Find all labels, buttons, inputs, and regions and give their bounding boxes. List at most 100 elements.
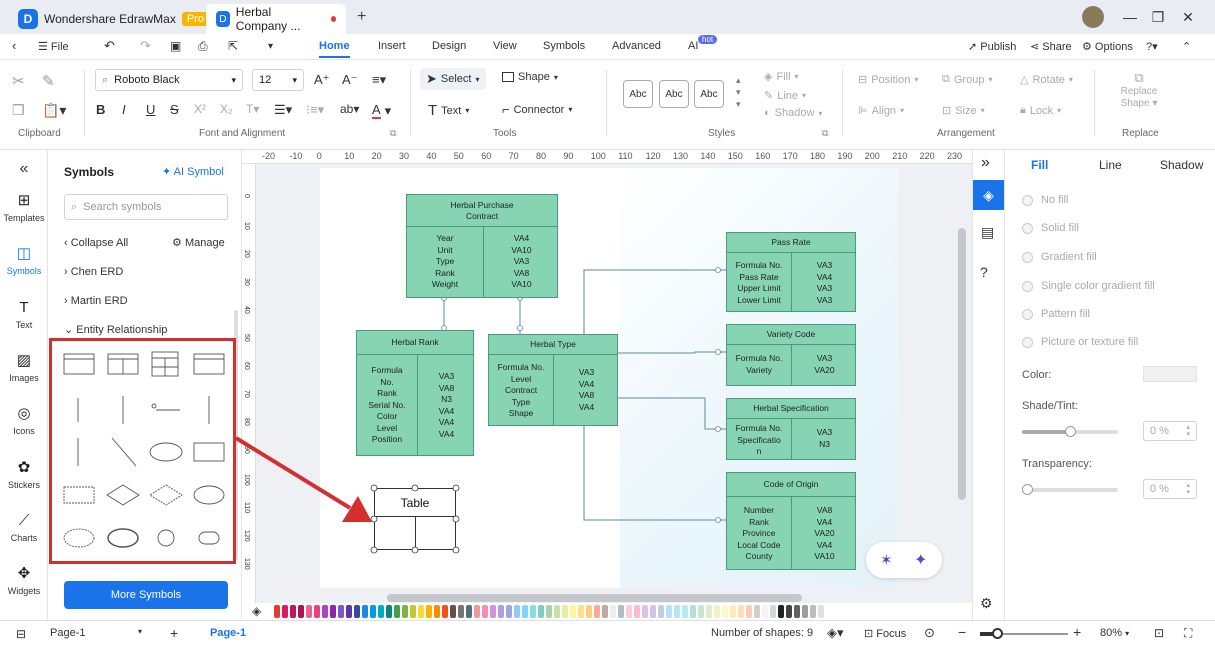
palette-swatch[interactable] [546, 605, 552, 618]
group-button[interactable]: ⧉ Group ▾ [942, 73, 992, 86]
magic-wand-icon[interactable]: ✶ [880, 551, 893, 569]
symbol-ellipse-2[interactable] [193, 485, 225, 505]
add-page-icon[interactable]: + [170, 625, 178, 641]
fill-bucket-icon[interactable]: ◈ [252, 604, 261, 618]
help-circle-icon[interactable]: ? [980, 264, 988, 280]
replace-shape-button[interactable]: ⧉ Replace Shape ▾ [1114, 71, 1164, 110]
palette-swatch[interactable] [490, 605, 496, 618]
text-highlight-icon[interactable]: ab▾ [340, 102, 359, 116]
expand-panel-icon[interactable]: » [981, 154, 990, 172]
rail-templates[interactable]: ⊞ Templates [0, 192, 48, 223]
palette-swatch[interactable] [426, 605, 432, 618]
palette-swatch[interactable] [530, 605, 536, 618]
palette-swatch[interactable] [322, 605, 328, 618]
shape-tool-button[interactable]: Shape ▾ [502, 71, 558, 83]
style-preset-3[interactable]: Abc [694, 80, 724, 108]
app-tab[interactable]: D Wondershare EdrawMax Pro [8, 4, 219, 34]
text-align-icon[interactable]: ≡▾ [372, 72, 386, 88]
palette-swatch[interactable] [666, 605, 672, 618]
select-tool-button[interactable]: ➤ Select ▾ [420, 68, 486, 90]
palette-swatch[interactable] [626, 605, 632, 618]
palette-swatch[interactable] [738, 605, 744, 618]
collapse-all-button[interactable]: ‹ Collapse All [64, 237, 128, 249]
user-avatar[interactable] [1082, 6, 1104, 28]
text-tool-button[interactable]: T Text ▾ [428, 102, 469, 119]
page-tab-active[interactable]: Page-1 [210, 627, 246, 639]
fit-page-icon[interactable]: ⊡ [1154, 626, 1164, 640]
option-picture-fill[interactable]: Picture or texture fill [1022, 336, 1138, 348]
print-icon[interactable]: ⎙ [198, 39, 208, 54]
palette-swatch[interactable] [762, 605, 768, 618]
option-pattern-fill[interactable]: Pattern fill [1022, 308, 1090, 320]
canvas-area[interactable]: -20 -10 0 10 20 30 40 50 60 70 80 90 100 110 120 130 140… [242, 150, 972, 620]
palette-swatch[interactable] [810, 605, 816, 618]
rotate-button[interactable]: △ Rotate ▾ [1020, 73, 1073, 87]
zoom-out-icon[interactable]: − [958, 624, 966, 640]
palette-swatch[interactable] [362, 605, 368, 618]
page-select-dropdown[interactable]: Page-1 ▾ [50, 627, 150, 639]
palette-swatch[interactable] [434, 605, 440, 618]
increase-font-icon[interactable]: A⁺ [314, 72, 330, 88]
lock-button[interactable]: 🔒︎ Lock ▾ [1020, 104, 1061, 117]
tab-advanced[interactable]: Advanced [612, 40, 661, 52]
table-herbal-specification[interactable]: Herbal Specification Formula No. Specifi… [726, 398, 856, 460]
palette-swatch[interactable] [778, 605, 784, 618]
palette-swatch[interactable] [522, 605, 528, 618]
palette-swatch[interactable] [554, 605, 560, 618]
option-no-fill[interactable]: No fill [1022, 194, 1069, 206]
symbol-diamond-1[interactable] [106, 484, 140, 506]
palette-swatch[interactable] [690, 605, 696, 618]
palette-swatch[interactable] [706, 605, 712, 618]
palette-swatch[interactable] [754, 605, 760, 618]
ai-symbol-button[interactable]: ✦ AI Symbol [162, 165, 224, 178]
palette-swatch[interactable] [394, 605, 400, 618]
table-herbal-purchase-contract[interactable]: Herbal Purchase Contract Year Unit Type … [406, 194, 558, 298]
document-tab[interactable]: D Herbal Company ... [206, 4, 346, 34]
font-size-select[interactable]: 12 ▾ [252, 69, 304, 91]
palette-swatch[interactable] [634, 605, 640, 618]
canvas-horizontal-scrollbar[interactable] [387, 594, 802, 602]
symbol-ellipse-4[interactable] [107, 528, 139, 548]
palette-swatch[interactable] [418, 605, 424, 618]
palette-swatch[interactable] [458, 605, 464, 618]
library-chen-erd[interactable]: › Chen ERD [64, 266, 123, 278]
underline-icon[interactable]: U [146, 102, 155, 117]
palette-swatch[interactable] [610, 605, 616, 618]
palette-swatch[interactable] [466, 605, 472, 618]
palette-swatch[interactable] [298, 605, 304, 618]
symbol-table-1[interactable] [63, 353, 95, 375]
palette-swatch[interactable] [658, 605, 664, 618]
zoom-in-icon[interactable]: + [1073, 624, 1081, 640]
palette-swatch[interactable] [538, 605, 544, 618]
symbol-entity-1[interactable] [193, 442, 225, 462]
palette-swatch[interactable] [410, 605, 416, 618]
palette-swatch[interactable] [450, 605, 456, 618]
align-button[interactable]: ⊫ Align ▾ [858, 104, 904, 118]
superscript-icon[interactable]: X² [194, 102, 206, 116]
palette-swatch[interactable] [354, 605, 360, 618]
shade-slider-thumb[interactable] [1065, 426, 1076, 437]
palette-swatch[interactable] [602, 605, 608, 618]
fill-bucket-tab-icon[interactable]: ◈ [973, 180, 1004, 210]
font-dialog-launcher-icon[interactable]: ⧉ [390, 128, 396, 139]
table-pass-rate[interactable]: Pass Rate Formula No. Pass Rate Upper Li… [726, 232, 856, 312]
palette-swatch[interactable] [274, 605, 280, 618]
shade-value-input[interactable]: 0 % ▴ ▾ [1143, 421, 1197, 441]
option-solid-fill[interactable]: Solid fill [1022, 222, 1079, 234]
canvas-vertical-scrollbar[interactable] [958, 228, 966, 500]
zoom-slider-thumb[interactable] [992, 628, 1003, 639]
palette-swatch[interactable] [482, 605, 488, 618]
paste-icon[interactable]: 📋▾ [42, 102, 66, 119]
palette-swatch[interactable] [730, 605, 736, 618]
collapse-panel-icon[interactable]: « [0, 160, 48, 178]
shadow-button[interactable]: ◐ Shadow ▾ [764, 107, 822, 119]
ai-sparkle-icon[interactable]: ✦ [914, 550, 927, 570]
palette-swatch[interactable] [314, 605, 320, 618]
italic-icon[interactable]: I [122, 102, 126, 117]
line-button[interactable]: ✎ Line ▾ [764, 89, 806, 103]
palette-swatch[interactable] [506, 605, 512, 618]
size-button[interactable]: ⊡ Size ▾ [942, 104, 985, 118]
layers-icon[interactable]: ◈▾ [827, 625, 844, 641]
document-panel-icon[interactable]: ▤ [981, 224, 994, 241]
rail-text[interactable]: T Text [0, 299, 48, 330]
